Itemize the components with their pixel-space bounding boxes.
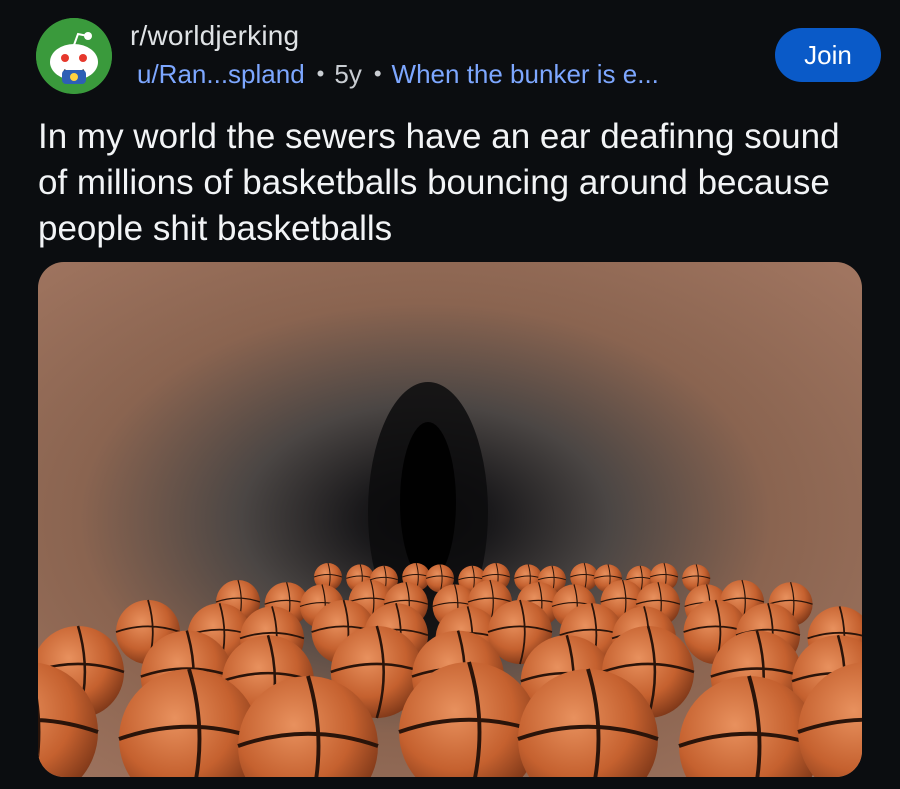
post-header: r/worldjerking u/Ran...spland • 5y • Whe… (0, 0, 900, 110)
subreddit-name[interactable]: r/worldjerking (130, 20, 299, 52)
separator-dot: • (373, 61, 382, 86)
separator-dot: • (316, 61, 325, 86)
post-image[interactable] (38, 262, 862, 777)
post-title[interactable]: In my world the sewers have an ear deafi… (38, 114, 868, 252)
subreddit-avatar-icon[interactable] (36, 18, 112, 94)
join-button[interactable]: Join (775, 28, 881, 82)
post-age: 5y (334, 58, 362, 89)
post-meta: u/Ran...spland • 5y • When the bunker is… (137, 58, 659, 90)
post-flair[interactable]: When the bunker is e... (392, 59, 659, 90)
author-link[interactable]: u/Ran...spland (137, 59, 305, 90)
